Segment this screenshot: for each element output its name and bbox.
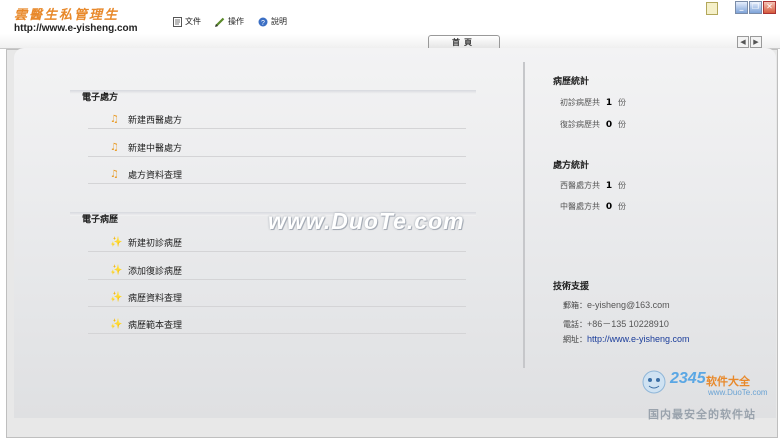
document-icon [172,16,182,27]
music-note-icon: ♫ [110,141,119,153]
restore-icon[interactable]: ❐ [749,1,762,14]
web-label: 網址： [563,335,587,344]
list-item[interactable]: ♫ 新建西醫處方 [88,110,466,129]
record-data-link[interactable]: 病歷資料查理 [128,291,182,304]
stat-unit: 份 [618,202,626,211]
stat-label: 中醫處方共 [560,202,600,211]
note-icon[interactable] [706,2,718,15]
menu-help[interactable]: ? 說明 [258,16,287,27]
app-logo-url: http://www.e-yisheng.com [14,23,138,34]
stat-value: 0 [605,201,613,212]
list-item[interactable]: ♫ 新建中醫處方 [88,138,466,157]
new-initial-record-link[interactable]: 新建初診病歷 [128,236,182,249]
brand-slogan: 国内最安全的软件站 [648,408,756,421]
brand-number: 2345 [670,370,706,387]
tab-home[interactable]: 首頁 [428,35,500,49]
stat-unit: 份 [618,181,626,190]
phone-value: +86－135 10228910 [587,319,669,329]
star-wand-icon: ✨ [110,264,123,276]
support-title: 技術支援 [553,282,590,292]
support-email: 郵箱：e-yisheng@163.com [563,300,670,311]
list-item[interactable]: ✨ 新建初診病歷 [88,233,466,252]
brand-url: www.DuoTe.com [708,388,768,397]
window-controls: _ ❐ ✕ [735,1,776,14]
stat-row: 中醫處方共 0 份 [560,201,626,212]
brand-badge: 2345 软件大全 www.DuoTe.com 国内最安全的软件站 [640,366,778,424]
minimize-icon[interactable]: _ [735,1,748,14]
stat-row: 西醫處方共 1 份 [560,180,626,191]
menu-bar: 文件 操作 ? 說明 [172,16,287,27]
email-value: e-yisheng@163.com [587,300,670,310]
pencil-icon [215,17,225,27]
record-stats-title: 病歷統計 [553,77,590,87]
menu-help-label: 說明 [271,17,287,26]
web-link[interactable]: http://www.e-yisheng.com [587,334,690,344]
record-template-link[interactable]: 病歷範本查理 [128,318,182,331]
prescription-data-link[interactable]: 處方資料查理 [128,168,182,181]
stat-row: 初診病歷共 1 份 [560,97,626,108]
app-logo-text: 雲醫生私管理生 [14,8,120,23]
stat-row: 復診病歷共 0 份 [560,119,626,130]
list-item[interactable]: ✨ 病歷資料查理 [88,288,466,307]
vertical-divider [523,62,525,368]
section-title-records: 電子病歷 [82,215,119,225]
section-title-prescription: 電子處方 [82,93,119,103]
list-item[interactable]: ♫ 處方資料查理 [88,165,466,184]
chevron-right-icon[interactable]: ▶ [750,36,762,48]
stat-label: 復診病歷共 [560,120,600,129]
list-item[interactable]: ✨ 添加復診病歷 [88,261,466,280]
stat-label: 西醫處方共 [560,181,600,190]
stat-label: 初診病歷共 [560,98,600,107]
stat-value: 0 [605,119,613,130]
phone-label: 電話： [563,320,587,329]
stat-unit: 份 [618,120,626,129]
menu-operate-label: 操作 [228,17,244,26]
section-bar-prescription [70,90,476,94]
star-wand-icon: ✨ [110,318,123,330]
support-phone: 電話：+86－135 10228910 [563,317,669,330]
support-web: 網址：http://www.e-yisheng.com [563,334,690,345]
new-chinese-prescription-link[interactable]: 新建中醫處方 [128,141,182,154]
menu-file[interactable]: 文件 [172,16,201,27]
menu-operate[interactable]: 操作 [215,16,244,27]
tab-nav-arrows: ◀ ▶ [737,36,762,48]
music-note-icon: ♫ [110,168,119,180]
tab-strip [0,34,780,49]
star-wand-icon: ✨ [110,236,123,248]
svg-text:?: ? [261,20,265,27]
prescription-stats-title: 處方統計 [553,161,590,171]
email-label: 郵箱： [563,301,587,310]
stat-value: 1 [605,180,613,191]
menu-file-label: 文件 [185,17,201,26]
help-icon: ? [258,17,268,27]
mascot-icon [642,370,666,394]
brand-name: 软件大全 [706,375,750,388]
stat-value: 1 [605,97,613,108]
list-item[interactable]: ✨ 病歷範本查理 [88,315,466,334]
stat-unit: 份 [618,98,626,107]
watermark-text: www.DuoTe.com [268,208,465,234]
music-note-icon: ♫ [110,113,119,125]
close-icon[interactable]: ✕ [763,1,776,14]
chevron-left-icon[interactable]: ◀ [737,36,749,48]
star-wand-icon: ✨ [110,291,123,303]
new-western-prescription-link[interactable]: 新建西醫處方 [128,113,182,126]
add-followup-record-link[interactable]: 添加復診病歷 [128,264,182,277]
